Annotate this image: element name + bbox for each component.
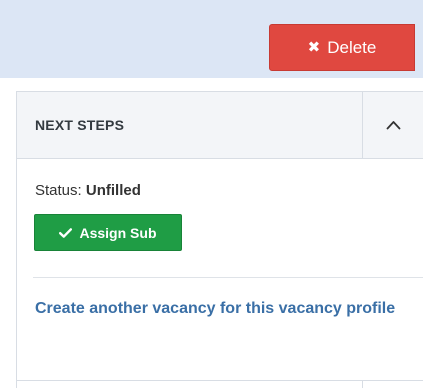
assign-sub-button[interactable]: Assign Sub [34, 214, 182, 251]
chevron-up-icon [386, 121, 400, 130]
page: ✖ Delete NEXT STEPS Status: Unfilled Ass… [0, 0, 423, 388]
divider [33, 277, 423, 278]
status-value: Unfilled [85, 182, 141, 199]
panel-title: NEXT STEPS [35, 117, 125, 133]
status-line: Status: Unfilled [35, 182, 141, 199]
column-divider [362, 380, 363, 388]
checkmark-icon [59, 227, 73, 238]
status-label: Status: [35, 182, 82, 199]
panel-header: NEXT STEPS [17, 91, 423, 159]
close-x-icon: ✖ [307, 39, 321, 56]
next-steps-panel: NEXT STEPS Status: Unfilled Assign Sub C… [16, 91, 423, 388]
toolbar: ✖ Delete [0, 0, 423, 78]
create-another-vacancy-link[interactable]: Create another vacancy for this vacancy … [35, 291, 405, 326]
assign-sub-label: Assign Sub [79, 224, 157, 241]
collapse-toggle-button[interactable] [362, 92, 423, 158]
delete-button[interactable]: ✖ Delete [269, 24, 415, 71]
delete-button-label: Delete [327, 37, 377, 57]
